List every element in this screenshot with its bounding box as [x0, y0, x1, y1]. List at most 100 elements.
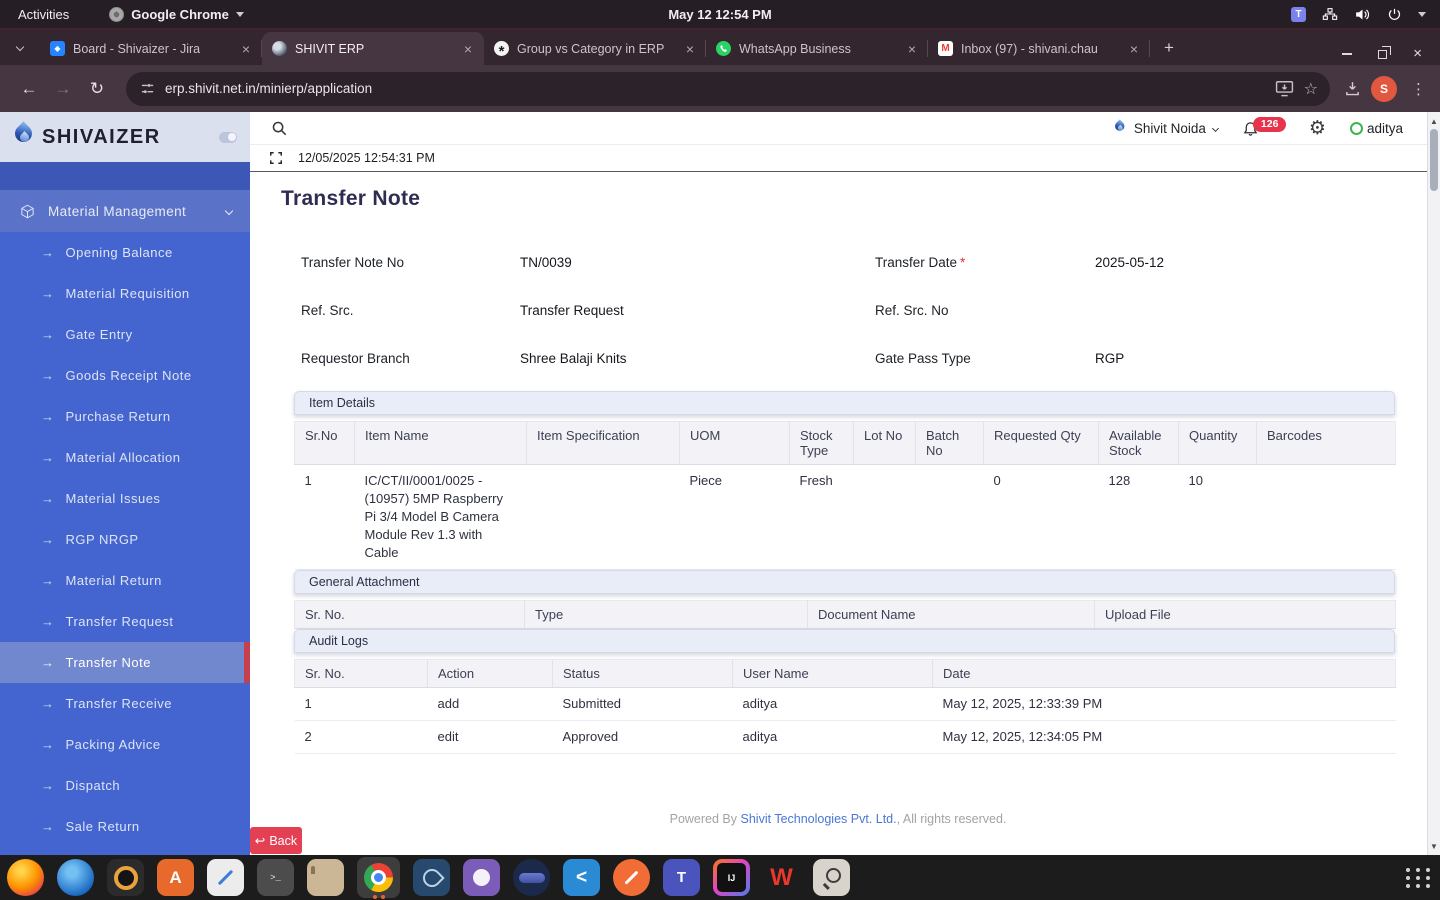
tab-shivit-erp[interactable]: SHIVIT ERP × — [262, 32, 484, 65]
media-player-icon[interactable] — [107, 859, 144, 896]
field-label-gate-pass-type: Gate Pass Type — [875, 350, 971, 366]
terminal-icon[interactable]: >_ — [257, 859, 294, 896]
files-icon[interactable] — [307, 859, 344, 896]
focused-app-menu[interactable]: Google Chrome — [109, 6, 244, 22]
arrow-icon: → — [41, 737, 55, 752]
sidebar-item-transfer-note[interactable]: → Transfer Note — [0, 642, 250, 683]
tab-close-icon[interactable]: × — [682, 41, 698, 57]
tab-gmail[interactable]: M Inbox (97) - shivani.chau × — [928, 32, 1150, 65]
ubuntu-software-icon[interactable]: A — [157, 859, 194, 896]
bookmark-star-icon[interactable]: ☆ — [1304, 79, 1318, 99]
url-text[interactable]: erp.shivit.net.in/minierp/application — [165, 81, 1265, 96]
pen-tool-icon[interactable] — [613, 859, 650, 896]
sidebar-item-goods-receipt-note[interactable]: → Goods Receipt Note — [0, 355, 250, 396]
tab-close-icon[interactable]: × — [238, 41, 254, 57]
scroll-down-icon[interactable]: ▼ — [1428, 839, 1440, 853]
sidebar-item-sale-return[interactable]: → Sale Return — [0, 806, 250, 847]
clock[interactable]: May 12 12:54 PM — [668, 7, 771, 22]
thunderbird-icon[interactable] — [57, 859, 94, 896]
sidebar-item-rgp-nrgp[interactable]: → RGP NRGP — [0, 519, 250, 560]
sidebar-item-transfer-request[interactable]: → Transfer Request — [0, 601, 250, 642]
sidebar-item-label: Dispatch — [65, 778, 121, 793]
address-bar[interactable]: erp.shivit.net.in/minierp/application ☆ — [126, 71, 1330, 106]
cell-date: May 12, 2025, 12:33:39 PM — [932, 687, 1396, 721]
install-app-icon[interactable] — [1275, 80, 1294, 97]
sql-developer-icon[interactable] — [413, 859, 450, 896]
user-menu[interactable]: aditya — [1349, 121, 1403, 136]
tab-close-icon[interactable]: × — [460, 41, 476, 57]
tab-close-icon[interactable]: × — [904, 41, 920, 57]
power-icon[interactable] — [1387, 7, 1402, 22]
teams-tray-icon[interactable]: T — [1291, 6, 1306, 22]
new-tab-button[interactable]: + — [1164, 38, 1174, 58]
cell-batch-no — [915, 464, 984, 570]
forward-nav-icon[interactable]: → — [48, 74, 78, 104]
google-chrome-icon[interactable] — [357, 857, 400, 899]
general-attachment-table: Sr. No. Type Document Name Upload File — [294, 599, 1396, 629]
restore-icon[interactable] — [1378, 46, 1391, 59]
tray-chevron-down-icon[interactable] — [1418, 11, 1426, 17]
sidebar-item-dispatch[interactable]: → Dispatch — [0, 765, 250, 806]
profile-avatar[interactable]: S — [1371, 75, 1397, 102]
close-window-icon[interactable]: × — [1413, 46, 1422, 61]
sidebar-item-gate-entry[interactable]: → Gate Entry — [0, 314, 250, 355]
back-nav-icon[interactable]: ← — [14, 74, 44, 104]
browser-menu-icon[interactable]: ⋮ — [1407, 80, 1430, 98]
footer-company-link[interactable]: Shivit Technologies Pvt. Ltd. — [741, 812, 897, 826]
sidebar-toggle[interactable] — [219, 131, 237, 143]
col-type: Type — [524, 599, 808, 629]
show-applications-icon[interactable] — [1405, 865, 1431, 891]
tab-search-button[interactable] — [8, 36, 32, 60]
sidebar-item-material-return[interactable]: → Material Return — [0, 560, 250, 601]
gear-icon[interactable]: ⚙ — [1309, 117, 1326, 139]
vscode-icon[interactable]: < — [563, 859, 600, 896]
scroll-up-icon[interactable]: ▲ — [1428, 114, 1440, 128]
cell-requested-qty: 0 — [983, 464, 1099, 570]
search-icon[interactable] — [271, 120, 288, 137]
col-upload-file: Upload File — [1094, 599, 1396, 629]
download-icon[interactable] — [1344, 80, 1361, 97]
scrollbar-thumb[interactable] — [1430, 129, 1438, 191]
erp-application: SHIVAIZER Material Management → Opening B… — [0, 112, 1440, 855]
sidebar-item-material-issues[interactable]: → Material Issues — [0, 478, 250, 519]
eclipse-icon[interactable] — [513, 859, 550, 896]
minimize-icon[interactable] — [1342, 53, 1353, 55]
screenshot-tool-icon[interactable] — [813, 859, 850, 896]
firefox-icon[interactable] — [7, 859, 44, 896]
sidebar-items: → Opening Balance → Material Requisition →… — [0, 232, 250, 855]
volume-icon[interactable] — [1354, 7, 1371, 22]
teams-icon[interactable]: T — [663, 859, 700, 896]
col-lot-no: Lot No — [853, 421, 916, 465]
sidebar-section-material-management[interactable]: Material Management — [0, 190, 250, 232]
wps-office-icon[interactable]: W — [763, 859, 800, 896]
col-user-name: User Name — [732, 658, 933, 688]
activities-button[interactable]: Activities — [0, 0, 87, 28]
network-icon[interactable] — [1322, 7, 1338, 21]
page-content: Transfer Note Transfer Note No TN/0039 T… — [250, 172, 1427, 855]
tab-jira[interactable]: ◆ Board - Shivaizer - Jira × — [40, 32, 262, 65]
cell-action: edit — [427, 720, 553, 754]
sidebar-item-material-allocation[interactable]: → Material Allocation — [0, 437, 250, 478]
branch-selector[interactable]: Shivit Noida — [1113, 119, 1219, 137]
sidebar-item-packing-advice[interactable]: → Packing Advice — [0, 724, 250, 765]
sidebar-item-transfer-receive[interactable]: → Transfer Receive — [0, 683, 250, 724]
intellij-idea-icon[interactable] — [713, 859, 750, 896]
text-editor-icon[interactable] — [207, 859, 244, 896]
sidebar-item-opening-balance[interactable]: → Opening Balance — [0, 232, 250, 273]
page-scrollbar[interactable]: ▲ ▼ — [1427, 112, 1440, 855]
flame-icon — [1113, 120, 1126, 137]
tab-chatgpt[interactable]: * Group vs Category in ERP × — [484, 32, 706, 65]
site-settings-icon[interactable] — [140, 81, 155, 96]
github-desktop-icon[interactable] — [463, 859, 500, 896]
fullscreen-icon[interactable] — [269, 151, 283, 165]
sidebar-item-material-requisition[interactable]: → Material Requisition — [0, 273, 250, 314]
tab-close-icon[interactable]: × — [1126, 41, 1142, 57]
sidebar-item-label: Material Return — [65, 573, 162, 588]
sidebar-item-purchase-return[interactable]: → Purchase Return — [0, 396, 250, 437]
reload-icon[interactable]: ↻ — [82, 74, 112, 104]
notifications-button[interactable]: 126 — [1242, 116, 1287, 138]
field-label-transfer-date: Transfer Date * — [875, 254, 966, 270]
tab-whatsapp[interactable]: WhatsApp Business × — [706, 32, 928, 65]
col-sr-no: Sr. No. — [294, 658, 428, 688]
back-button[interactable]: ↩ Back — [250, 827, 302, 854]
